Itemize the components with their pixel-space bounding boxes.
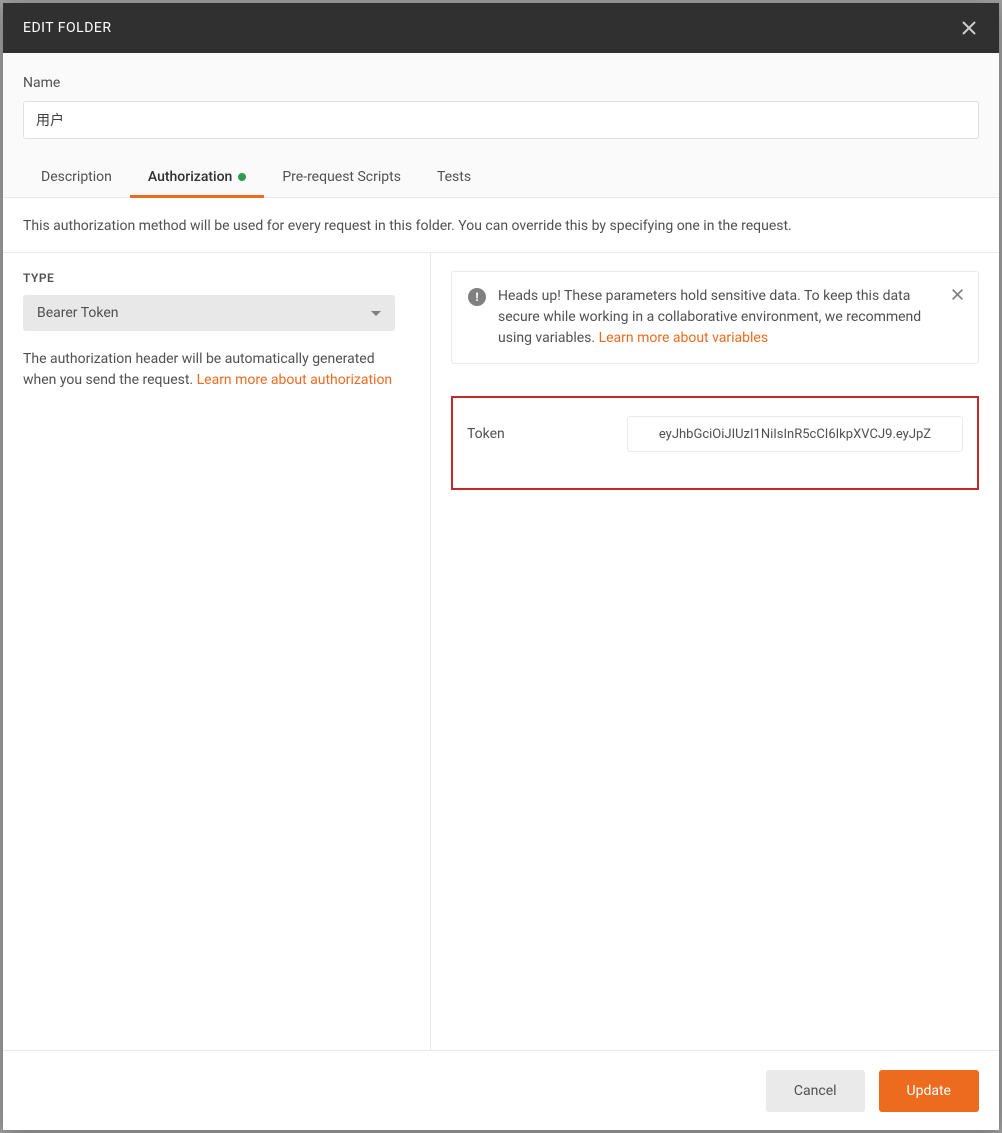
modal-footer: Cancel Update <box>3 1050 999 1130</box>
learn-more-authorization-link[interactable]: Learn more about authorization <box>197 372 393 388</box>
auth-left-panel: TYPE Bearer Token The authorization head… <box>3 253 431 1050</box>
learn-more-variables-link[interactable]: Learn more about variables <box>599 330 769 346</box>
info-text: Heads up! These parameters hold sensitiv… <box>498 286 962 349</box>
name-section: Name <box>3 53 999 139</box>
tab-tests-label: Tests <box>437 169 471 185</box>
close-icon[interactable] <box>959 18 979 38</box>
tab-prerequest[interactable]: Pre-request Scripts <box>264 157 419 197</box>
indicator-dot-icon <box>238 173 246 181</box>
type-label: TYPE <box>23 271 395 285</box>
info-close-icon[interactable] <box>951 286 964 305</box>
tab-prerequest-label: Pre-request Scripts <box>282 169 401 185</box>
edit-folder-modal: EDIT FOLDER Name Description Authorizati… <box>3 3 999 1130</box>
auth-right-panel: ! Heads up! These parameters hold sensit… <box>431 253 999 1050</box>
auth-type-dropdown[interactable]: Bearer Token <box>23 295 395 331</box>
content-area: This authorization method will be used f… <box>3 198 999 1050</box>
tab-authorization-label: Authorization <box>148 169 232 185</box>
tabs: Description Authorization Pre-request Sc… <box>3 157 999 198</box>
modal-body: Name Description Authorization Pre-reque… <box>3 53 999 1050</box>
token-row: Token <box>451 396 979 490</box>
tab-description[interactable]: Description <box>23 157 130 197</box>
name-input[interactable] <box>23 101 979 139</box>
tab-description-label: Description <box>41 169 112 185</box>
auth-help-text: The authorization header will be automat… <box>23 349 395 391</box>
update-button[interactable]: Update <box>879 1070 979 1112</box>
tab-tests[interactable]: Tests <box>419 157 489 197</box>
auth-description: This authorization method will be used f… <box>3 198 999 253</box>
auth-body: TYPE Bearer Token The authorization head… <box>3 253 999 1050</box>
token-input[interactable] <box>627 416 963 452</box>
modal-header: EDIT FOLDER <box>3 3 999 53</box>
modal-title: EDIT FOLDER <box>23 20 112 36</box>
info-box: ! Heads up! These parameters hold sensit… <box>451 271 979 364</box>
chevron-down-icon <box>371 311 381 316</box>
info-icon: ! <box>468 288 486 306</box>
auth-type-value: Bearer Token <box>37 305 119 321</box>
cancel-button[interactable]: Cancel <box>766 1070 865 1112</box>
token-label: Token <box>467 426 607 442</box>
tab-authorization[interactable]: Authorization <box>130 157 264 197</box>
name-label: Name <box>23 75 979 91</box>
